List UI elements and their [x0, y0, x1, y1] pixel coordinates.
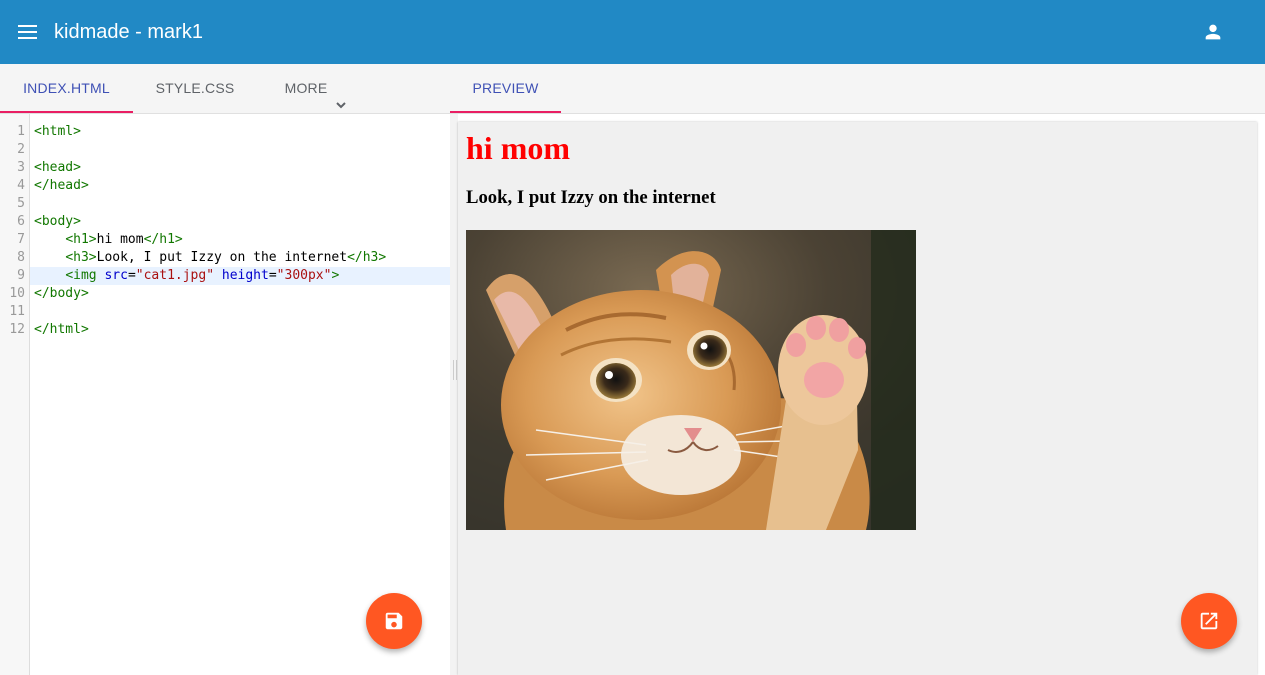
kitten-photo [466, 230, 916, 530]
code-line[interactable]: ​ [34, 195, 450, 213]
tab-bar: INDEX.HTML STYLE.CSS MORE PREVIEW [0, 64, 1265, 114]
tab-preview[interactable]: PREVIEW [450, 64, 561, 113]
tab-style-css[interactable]: STYLE.CSS [133, 64, 257, 113]
save-button[interactable] [366, 593, 422, 649]
preview-pane: hi mom Look, I put Izzy on the internet [458, 122, 1257, 675]
code-line[interactable]: ​ [34, 303, 450, 321]
tab-more[interactable]: MORE [257, 64, 375, 113]
code-line[interactable]: <html> [34, 123, 450, 141]
line-number: 10 [9, 286, 25, 301]
line-number: 6 [17, 214, 25, 229]
save-icon [385, 612, 403, 630]
code-editor[interactable]: 1 2 3 4 5 6 7 8 9 10 11 12 <html>​<head>… [0, 114, 450, 675]
tab-index-html[interactable]: INDEX.HTML [0, 64, 133, 113]
menu-icon[interactable] [17, 22, 39, 42]
line-number: 7 [17, 232, 25, 247]
chevron-down-icon [335, 82, 347, 109]
line-number: 4 [17, 178, 25, 193]
tab-label: STYLE.CSS [155, 80, 235, 96]
preview-subheading: Look, I put Izzy on the internet [466, 187, 716, 208]
code-line[interactable]: <img src="cat1.jpg" height="300px"> [34, 267, 450, 285]
pane-splitter[interactable] [450, 114, 458, 675]
line-gutter: 1 2 3 4 5 6 7 8 9 10 11 12 [0, 114, 30, 675]
line-number: 12 [9, 322, 25, 337]
preview-heading: hi mom [466, 130, 570, 166]
code-line[interactable]: <h1>hi mom</h1> [34, 231, 450, 249]
tab-label: INDEX.HTML [23, 80, 110, 96]
code-line[interactable]: </head> [34, 177, 450, 195]
line-number: 5 [17, 196, 25, 211]
line-number: 11 [9, 304, 25, 319]
code-line[interactable]: <body> [34, 213, 450, 231]
tab-label: PREVIEW [472, 80, 539, 96]
code-line[interactable]: <h3>Look, I put Izzy on the internet</h3… [34, 249, 450, 267]
line-number: 2 [17, 142, 25, 157]
code-content[interactable]: <html>​<head></head>​<body> <h1>hi mom</… [34, 123, 450, 339]
line-number: 3 [17, 160, 25, 175]
code-line[interactable]: ​ [34, 141, 450, 159]
line-number: 1 [17, 124, 25, 139]
app-bar: kidmade - mark1 [0, 0, 1265, 64]
code-line[interactable]: </html> [34, 321, 450, 339]
line-number: 9 [17, 268, 25, 283]
open-in-new-button[interactable] [1181, 593, 1237, 649]
app-title: kidmade - mark1 [54, 21, 203, 43]
open-in-new-icon [1200, 612, 1218, 630]
splitter-grip[interactable] [453, 360, 457, 380]
code-line[interactable]: <head> [34, 159, 450, 177]
code-line[interactable]: </body> [34, 285, 450, 303]
line-number: 8 [17, 250, 25, 265]
tab-label: MORE [284, 80, 328, 96]
person-icon[interactable] [1202, 21, 1224, 43]
